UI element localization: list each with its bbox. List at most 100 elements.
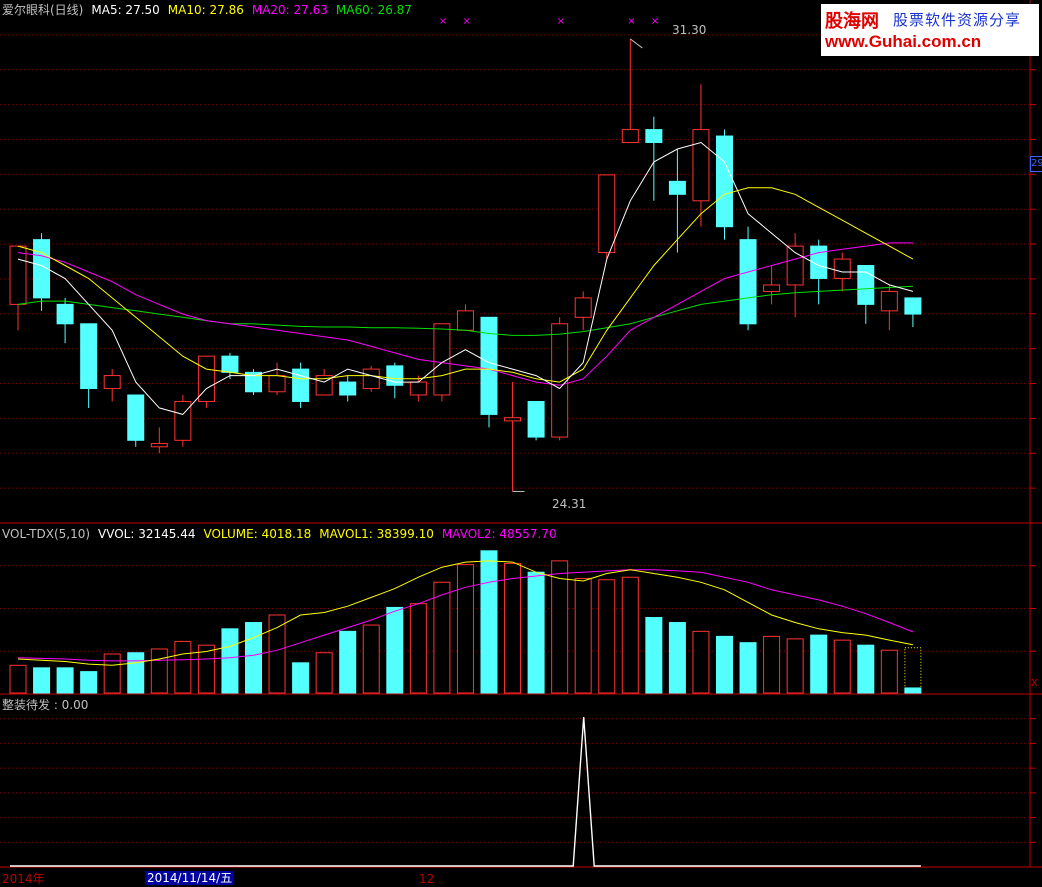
candle-body xyxy=(127,394,145,441)
volume-chart-header: VOL-TDX(5,10) VVOL: 32145.44 VOLUME: 4018.… xyxy=(2,527,565,541)
candle-body xyxy=(56,303,74,325)
candle-body xyxy=(268,375,286,393)
main-header-item: MA5: 27.50 xyxy=(91,3,160,17)
indicator-header-item: 整装待发 : 0.00 xyxy=(2,698,89,712)
candle-body xyxy=(103,375,121,390)
volume-bar xyxy=(480,550,498,694)
candle-body xyxy=(551,323,569,438)
candle-body xyxy=(80,323,98,390)
candle-body xyxy=(763,284,781,292)
main-header-item: MA20: 27.63 xyxy=(251,3,328,17)
volume-bar xyxy=(150,648,168,694)
candle-body xyxy=(221,355,239,373)
candle-body xyxy=(9,245,27,305)
candle-body xyxy=(174,400,192,441)
candle-body xyxy=(716,135,733,228)
volume-bar xyxy=(80,671,98,694)
chart-canvas: × × × × × xyxy=(0,0,1042,868)
volume-header-item: VOLUME: 4018.18 xyxy=(203,527,312,541)
price-scale-tag: 29 xyxy=(1030,156,1042,172)
main-header-item: 爱尔眼科(日线) xyxy=(2,3,84,17)
volume-header-item: VVOL: 32145.44 xyxy=(98,527,196,541)
volume-header-item: VOL-TDX(5,10) xyxy=(2,527,91,541)
indicator-line xyxy=(10,716,921,867)
volume-forecast-bar xyxy=(904,647,922,694)
candle-body xyxy=(621,129,639,144)
volume-bar xyxy=(245,622,262,694)
volume-bar xyxy=(386,606,404,694)
main-header-item: MA60: 26.87 xyxy=(335,3,412,17)
low-price-label: 24.31 xyxy=(552,497,587,511)
volume-header-item: MAVOL2: 48557.70 xyxy=(441,527,557,541)
volume-bar xyxy=(221,628,239,694)
volume-bar xyxy=(33,667,51,694)
signal-marker: × xyxy=(439,16,447,27)
volume-bar xyxy=(574,577,592,694)
volume-bar xyxy=(551,560,569,694)
signal-marker: × xyxy=(557,16,565,27)
volume-bar xyxy=(409,603,427,694)
volume-bar xyxy=(786,638,804,694)
volume-bar xyxy=(127,652,145,694)
candle-body xyxy=(150,443,168,448)
volume-bar xyxy=(292,662,310,694)
volume-bar xyxy=(9,664,27,694)
volume-bar xyxy=(716,635,733,694)
volume-bar xyxy=(810,634,828,694)
volume-x-tag: X xyxy=(1031,678,1038,689)
volume-bar xyxy=(268,614,286,694)
candle-body xyxy=(456,310,474,331)
candle-body xyxy=(833,258,851,279)
high-price-label: 31.30 xyxy=(672,23,707,37)
volume-bar xyxy=(763,635,781,694)
volume-bar xyxy=(904,687,922,694)
volume-bar xyxy=(339,630,357,694)
stock-chart-window: { "header": { "main": [ {"text": "爱尔眼科(日… xyxy=(0,0,1042,887)
watermark-url: www.Guhai.com.cn xyxy=(825,32,982,51)
candle-body xyxy=(786,245,804,286)
candle-body xyxy=(527,400,545,438)
axis-month-label: 12 xyxy=(419,872,435,886)
signal-marker: × xyxy=(462,16,470,27)
candle-body xyxy=(362,368,380,390)
volume-bar xyxy=(857,644,875,694)
volume-bar xyxy=(315,652,333,694)
signal-marker: × xyxy=(627,16,635,27)
volume-header-item: MAVOL1: 38399.10 xyxy=(319,527,434,541)
axis-year-label: 2014年 xyxy=(2,872,45,886)
main-header-item: MA10: 27.86 xyxy=(167,3,244,17)
volume-bar xyxy=(833,639,851,694)
volume-bar xyxy=(174,640,192,694)
volume-bar xyxy=(527,571,545,694)
candle-body xyxy=(857,265,875,305)
watermark-logo: 股海网 股票软件资源分享 www.Guhai.com.cn xyxy=(821,4,1039,56)
candle-body xyxy=(504,417,522,422)
volume-bar xyxy=(456,564,474,694)
volume-bar xyxy=(362,624,380,694)
high-annotation-arrow xyxy=(629,38,643,49)
candle-body xyxy=(904,297,922,315)
cursor-date-label: 2014/11/14/五 xyxy=(145,871,235,885)
candle-body xyxy=(339,381,357,396)
volume-bar xyxy=(739,642,757,694)
main-chart-header: 爱尔眼科(日线) MA5: 27.50 MA10: 27.86 MA20: 27.63… xyxy=(2,3,420,17)
candle-body xyxy=(645,129,663,144)
candle-body xyxy=(880,290,898,312)
candle-body xyxy=(692,129,710,202)
volume-bar xyxy=(668,622,686,694)
volume-bar xyxy=(621,576,639,694)
volume-bar xyxy=(645,617,663,694)
candle-body xyxy=(480,316,498,415)
volume-bar xyxy=(433,581,451,694)
volume-bar xyxy=(103,653,121,694)
volume-bar xyxy=(880,649,898,694)
signal-marker: × xyxy=(651,16,659,27)
candle-body xyxy=(598,174,616,254)
volume-bar xyxy=(692,630,710,694)
volume-bar xyxy=(504,562,522,694)
candle-body xyxy=(668,180,686,195)
candle-body xyxy=(409,381,427,396)
candle-body xyxy=(574,297,592,318)
watermark-brand: 股海网 xyxy=(825,11,879,32)
candle-body xyxy=(739,239,757,325)
